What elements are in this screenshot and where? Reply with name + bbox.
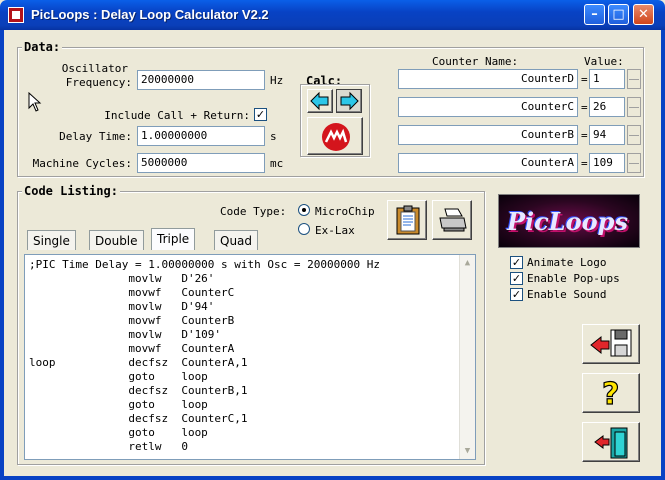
code-line: movlw D'109' <box>29 328 222 341</box>
tab-single[interactable]: Single <box>27 230 76 250</box>
code-line: decfsz CounterC,1 <box>29 412 248 425</box>
equals-sign: = <box>581 157 588 170</box>
clipboard-button[interactable] <box>387 200 427 240</box>
osc-label-line1: Oscillator <box>61 62 128 75</box>
code-line: ;PIC Time Delay = 1.00000000 s with Osc … <box>29 258 380 271</box>
enable-sound-label[interactable]: Enable Sound <box>527 288 606 301</box>
exlax-radio-label[interactable]: Ex-Lax <box>315 224 355 237</box>
osc-label-line2: Frequency: <box>65 76 132 89</box>
include-call-checkbox[interactable]: ✓ <box>254 108 267 121</box>
enable-popups-label[interactable]: Enable Pop-ups <box>527 272 620 285</box>
oscillator-frequency-input[interactable]: 20000000 <box>137 70 265 90</box>
counter-value-field[interactable]: 26 <box>589 97 625 117</box>
picloops-logo[interactable]: PicLoops <box>498 194 640 248</box>
tab-triple[interactable]: Triple <box>151 228 196 250</box>
printer-icon <box>439 208 467 232</box>
microchip-radio[interactable] <box>298 204 310 216</box>
machine-cycles-input[interactable]: 5000000 <box>137 153 265 173</box>
counter-name-field[interactable]: CounterC <box>398 97 578 117</box>
counter-name-header: Counter Name: <box>432 55 519 68</box>
clipboard-icon <box>396 205 420 235</box>
code-listing-title: Code Listing: <box>22 184 120 198</box>
scroll-up-arrow[interactable]: ▲ <box>460 255 475 271</box>
counter-value-field[interactable]: 109 <box>589 153 625 173</box>
exit-door-icon <box>594 427 628 459</box>
exit-button[interactable] <box>582 422 640 462</box>
cursor-icon <box>28 92 42 112</box>
counter-spin-button[interactable] <box>627 153 641 173</box>
animate-logo-label[interactable]: Animate Logo <box>527 256 606 269</box>
window-title: PicLoops : Delay Loop Calculator V2.2 <box>31 7 269 22</box>
app-icon[interactable] <box>8 7 24 23</box>
counter-value-field[interactable]: 94 <box>589 125 625 145</box>
counter-name-field[interactable]: CounterD <box>398 69 578 89</box>
cycles-unit: mc <box>270 157 284 170</box>
microchip-radio-label[interactable]: MicroChip <box>315 205 375 218</box>
minimize-button[interactable]: – <box>584 4 605 25</box>
counter-value-field[interactable]: 1 <box>589 69 625 89</box>
counter-name-field[interactable]: CounterA <box>398 153 578 173</box>
include-call-label: Include Call + Return: <box>104 109 250 122</box>
counter-spin-button[interactable] <box>627 125 641 145</box>
code-line: loop decfsz CounterA,1 <box>29 356 248 369</box>
value-header: Value: <box>584 55 624 68</box>
code-line: goto loop <box>29 398 208 411</box>
listing-scrollbar[interactable]: ▲ ▼ <box>459 255 475 459</box>
code-line: goto loop <box>29 370 208 383</box>
tab-double[interactable]: Double <box>89 230 144 250</box>
microchip-logo-icon <box>322 123 350 151</box>
microchip-logo-button[interactable] <box>307 117 363 155</box>
equals-sign: = <box>581 129 588 142</box>
help-question-icon: ? <box>601 376 620 410</box>
code-line: movwf CounterC <box>29 286 235 299</box>
calc-left-button[interactable] <box>307 89 333 113</box>
save-button[interactable] <box>582 324 640 364</box>
code-line: movlw D'26' <box>29 272 215 285</box>
data-group-title: Data: <box>22 40 63 54</box>
enable-popups-checkbox[interactable]: ✓ <box>510 272 523 285</box>
machine-cycles-label: Machine Cycles: <box>32 157 132 170</box>
print-button[interactable] <box>432 200 472 240</box>
equals-sign: = <box>581 101 588 114</box>
save-floppy-icon <box>590 329 632 357</box>
title-bar[interactable]: PicLoops : Delay Loop Calculator V2.2 – … <box>0 0 665 30</box>
delay-unit: s <box>270 130 277 143</box>
calc-right-button[interactable] <box>336 89 362 113</box>
arrow-left-icon <box>310 91 329 111</box>
code-line: retlw 0 <box>29 440 188 453</box>
enable-sound-checkbox[interactable]: ✓ <box>510 288 523 301</box>
exlax-radio[interactable] <box>298 223 310 235</box>
delay-time-label: Delay Time: <box>59 130 132 143</box>
arrow-right-icon <box>340 91 359 111</box>
code-line: movlw D'94' <box>29 300 215 313</box>
close-button[interactable]: ✕ <box>633 4 654 25</box>
equals-sign: = <box>581 73 588 86</box>
svg-text:?: ? <box>602 377 619 410</box>
code-line: movwf CounterA <box>29 342 235 355</box>
osc-unit: Hz <box>270 74 284 87</box>
code-line: decfsz CounterB,1 <box>29 384 248 397</box>
code-line: goto loop <box>29 426 208 439</box>
scroll-down-arrow[interactable]: ▼ <box>460 443 475 459</box>
counter-spin-button[interactable] <box>627 69 641 89</box>
animate-logo-checkbox[interactable]: ✓ <box>510 256 523 269</box>
maximize-button[interactable]: □ <box>608 4 629 25</box>
logo-text: PicLoops <box>507 207 628 236</box>
counter-spin-button[interactable] <box>627 97 641 117</box>
delay-time-input[interactable]: 1.00000000 <box>137 126 265 146</box>
help-button[interactable]: ? <box>582 373 640 413</box>
code-type-label: Code Type: <box>220 205 287 218</box>
code-line: movwf CounterB <box>29 314 235 327</box>
code-listing-textarea[interactable]: ;PIC Time Delay = 1.00000000 s with Osc … <box>24 254 476 460</box>
tab-quad[interactable]: Quad <box>214 230 259 250</box>
counter-name-field[interactable]: CounterB <box>398 125 578 145</box>
